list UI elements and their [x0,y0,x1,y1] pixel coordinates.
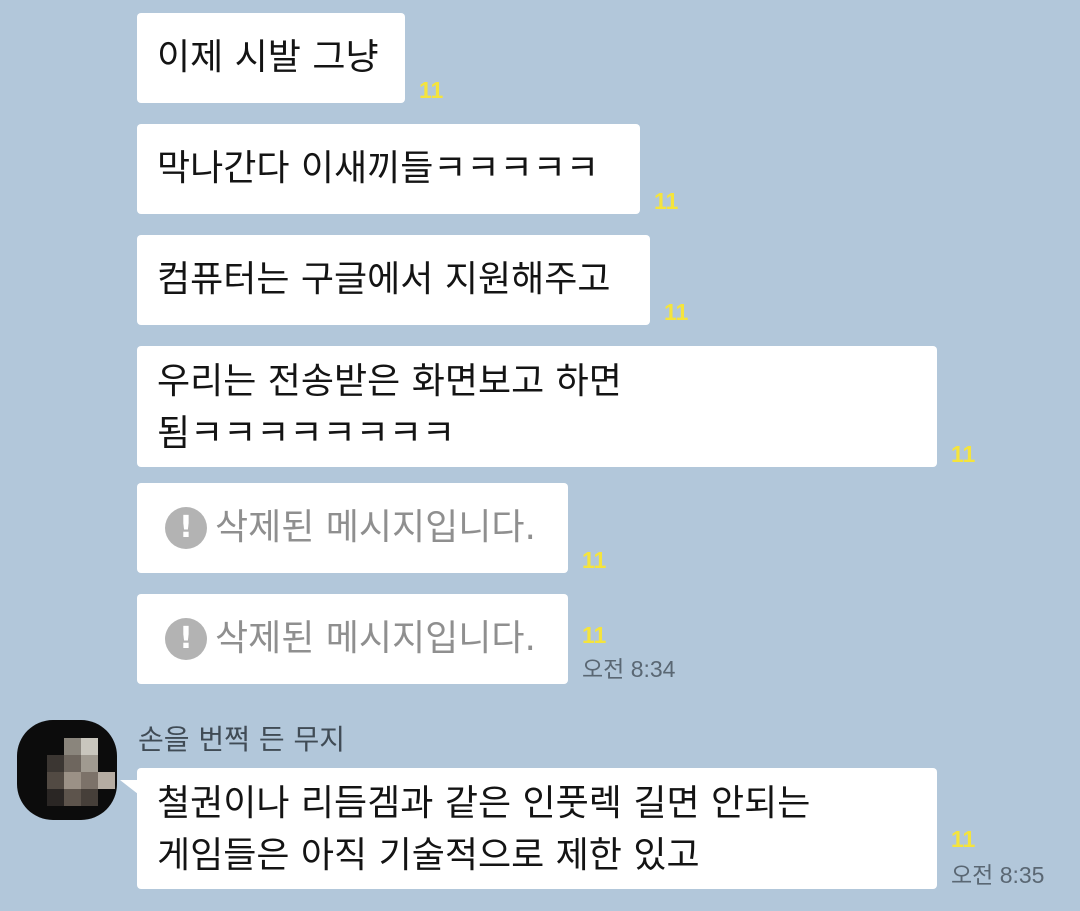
message-bubble[interactable]: 이제 시발 그냥 [137,13,405,103]
message-text-line: 됨ㅋㅋㅋㅋㅋㅋㅋㅋ [157,413,456,454]
message-bubble[interactable]: 막나간다 이새끼들ㅋㅋㅋㅋㅋ [137,124,640,214]
message-text-line: 게임들은 아직 기술적으로 제한 있고 [157,835,700,876]
deleted-message-bubble[interactable]: ! 삭제된 메시지입니다. [137,594,568,684]
message-text: 막나간다 이새끼들ㅋㅋㅋㅋㅋ [157,148,600,189]
warning-icon: ! [165,507,207,549]
message-text: 삭제된 메시지입니다. [215,618,536,659]
message-bubble[interactable]: 컴퓨터는 구글에서 지원해주고 [137,235,650,325]
message-text-line: 우리는 전송받은 화면보고 하면 [157,361,622,402]
unread-count: 11 [419,77,444,103]
unread-count: 11 [664,299,689,325]
message-text: 삭제된 메시지입니다. [215,507,536,548]
message-text: 컴퓨터는 구글에서 지원해주고 [157,259,611,300]
message-bubble[interactable]: 우리는 전송받은 화면보고 하면 됨ㅋㅋㅋㅋㅋㅋㅋㅋ [137,346,937,467]
deleted-message-bubble[interactable]: ! 삭제된 메시지입니다. [137,483,568,573]
unread-count: 11 [582,547,607,573]
unread-count: 11 [951,441,976,467]
warning-icon: ! [165,618,207,660]
sender-name: 손을 번쩍 든 무지 [138,723,346,756]
message-timestamp: 오전 8:35 [951,862,1045,888]
message-text-line: 철권이나 리듬겜과 같은 인풋렉 길면 안되는 [157,783,811,824]
unread-count: 11 [654,188,679,214]
unread-count: 11 [951,826,976,852]
message-timestamp: 오전 8:34 [582,656,676,682]
unread-count: 11 [582,622,607,648]
message-bubble[interactable]: 철권이나 리듬겜과 같은 인풋렉 길면 안되는 게임들은 아직 기술적으로 제한… [137,768,937,889]
profile-avatar[interactable] [17,720,117,820]
message-text: 이제 시발 그냥 [157,37,379,78]
bubble-tail [120,780,138,794]
